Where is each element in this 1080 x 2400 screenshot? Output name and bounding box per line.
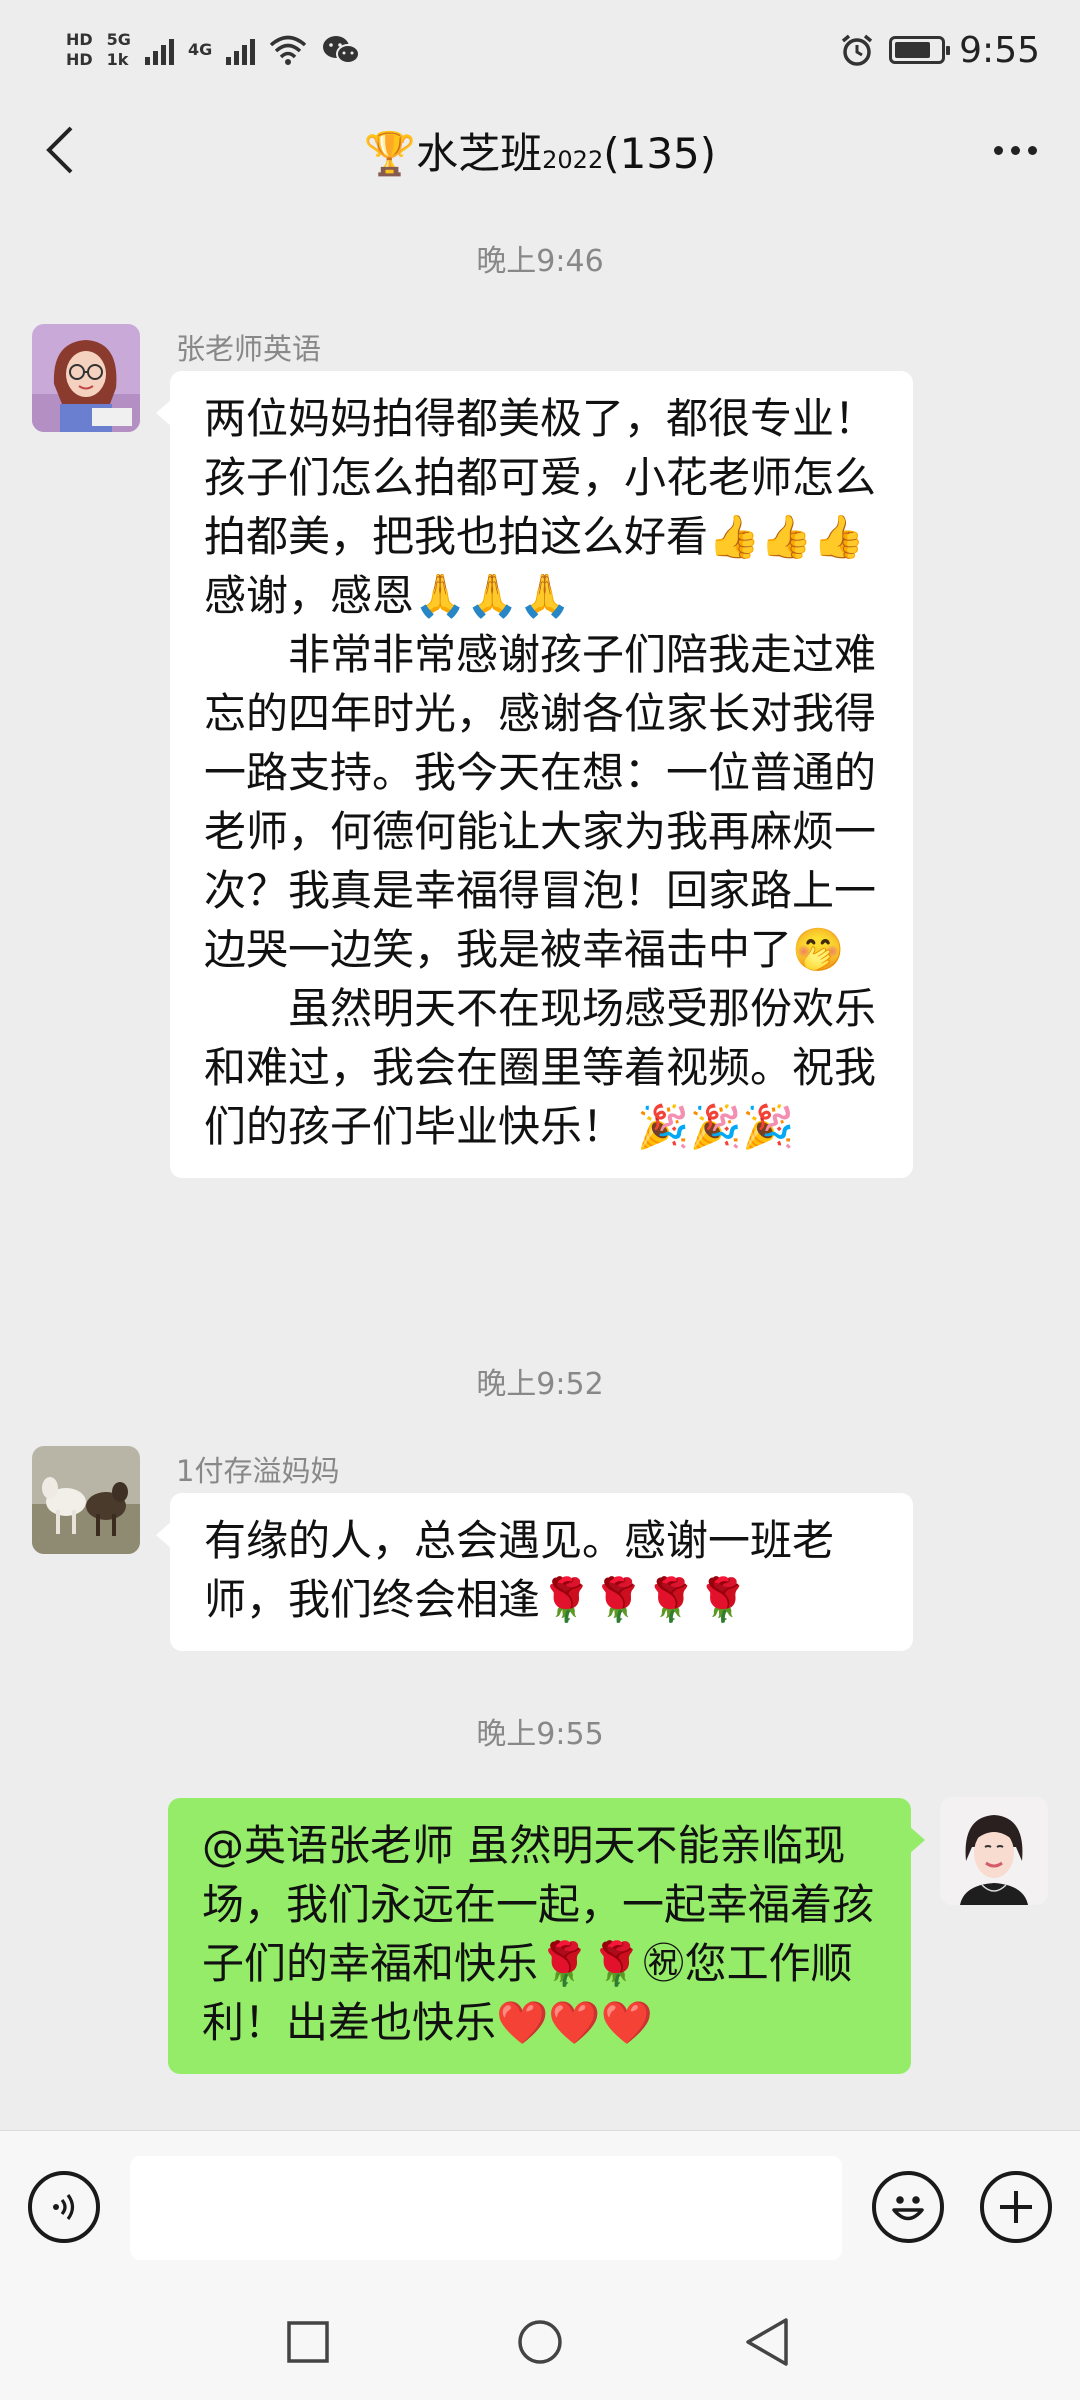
status-left: HD HD 5G 1k 4G [66, 32, 361, 68]
alarm-icon [842, 34, 873, 66]
net-5g-label: 5G [106, 30, 131, 49]
voice-input-button[interactable] [28, 2171, 100, 2243]
back-button[interactable] [30, 120, 90, 180]
system-navigation-bar [0, 2280, 1080, 2400]
avatar-image [32, 324, 140, 432]
wifi-icon [270, 35, 307, 65]
emoji-icon [892, 2196, 924, 2221]
recent-apps-button[interactable] [286, 2320, 330, 2364]
timestamp: 晚上9:55 [476, 1717, 604, 1752]
sender-name: 张老师英语 [176, 332, 322, 366]
message-bubble-own[interactable]: @英语张老师 虽然明天不能亲临现场，我们永远在一起，一起幸福着孩子们的幸福和快乐… [168, 1798, 925, 2074]
message-input[interactable] [130, 2156, 842, 2260]
net-5g-group: 5G 1k [107, 32, 131, 68]
hd-bottom-label: HD [66, 50, 93, 69]
hd-indicators: HD HD [66, 32, 93, 68]
avatar-teacher[interactable] [32, 324, 140, 432]
status-bar: HD HD 5G 1k 4G 9:55 [0, 0, 1080, 100]
chat-screen: HD HD 5G 1k 4G 9:55 🏆 水芝班 2022 (135) 晚上9… [0, 0, 1080, 2400]
chat-title: 🏆 水芝班 2022 (135) [364, 120, 716, 181]
group-name: 水芝班 [416, 128, 543, 178]
trophy-icon: 🏆 [363, 128, 417, 178]
hd-top-label: HD [66, 30, 93, 49]
avatar-image [940, 1797, 1048, 1905]
message-bubble[interactable]: 两位妈妈拍得都美极了，都很专业！孩子们怎么拍都可爱，小花老师怎么拍都美，把我也拍… [156, 371, 913, 1178]
signal-icon-2 [226, 35, 256, 65]
status-right: 9:55 [839, 30, 1040, 71]
battery-icon [889, 36, 951, 64]
more-dot-icon [993, 145, 1003, 155]
more-dot-icon [1027, 145, 1037, 155]
sender-name: 1付存溢妈妈 [176, 1454, 340, 1488]
signal-icon [144, 35, 174, 65]
net-speed-label: 1k [106, 50, 129, 69]
timestamp: 晚上9:52 [476, 1367, 604, 1402]
net-4g-label: 4G [187, 40, 213, 59]
avatar-image [32, 1446, 140, 1554]
back-nav-button[interactable] [744, 2316, 790, 2368]
more-dot-icon [1010, 145, 1020, 155]
chevron-left-icon [46, 126, 73, 174]
plus-icon [1000, 2191, 1032, 2223]
input-bar [0, 2130, 1080, 2280]
clock-time: 9:55 [959, 29, 1040, 71]
home-button[interactable] [516, 2318, 564, 2366]
header-bar: 🏆 水芝班 2022 (135) [0, 100, 1080, 200]
avatar-self[interactable] [940, 1797, 1048, 1905]
wechat-icon [323, 36, 361, 64]
emoji-button[interactable] [872, 2171, 944, 2243]
member-count: (135) [603, 128, 717, 178]
more-options-button[interactable] [980, 120, 1050, 180]
avatar-parent[interactable] [32, 1446, 140, 1554]
group-year: 2022 [542, 145, 604, 174]
message-list[interactable]: 晚上9:46 张老师英语 两位妈妈拍得都美极了，都很专业！孩子们怎么拍都可爱，小… [0, 210, 1080, 2130]
more-functions-button[interactable] [980, 2171, 1052, 2243]
message-bubble[interactable]: 有缘的人，总会遇见。感谢一班老师，我们终会相逢🌹🌹🌹🌹 [156, 1493, 913, 1651]
voice-icon [53, 2194, 75, 2220]
timestamp: 晚上9:46 [476, 244, 604, 279]
